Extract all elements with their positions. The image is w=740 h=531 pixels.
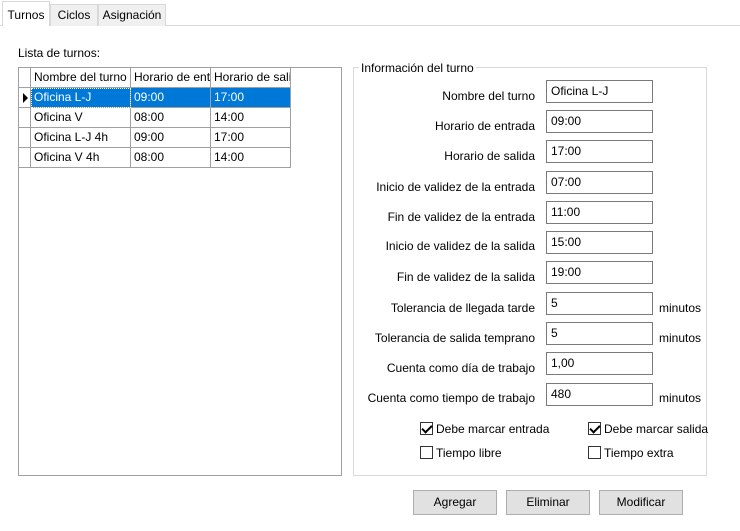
tab-ciclos[interactable]: Ciclos <box>50 4 98 26</box>
overtime-label[interactable]: Tiempo extra <box>604 446 674 460</box>
label-exit-valid-start: Inicio de validez de la salida <box>385 239 535 253</box>
column-header-name[interactable]: Nombre del turno <box>31 68 131 88</box>
label-workday-count: Cuenta como día de trabajo <box>386 361 535 375</box>
label-worktime-count: Cuenta como tiempo de trabajo <box>367 391 535 405</box>
row-header[interactable] <box>19 128 31 148</box>
tab-bar: Turnos Ciclos Asignación <box>0 0 740 26</box>
cell-exit[interactable]: 14:00 <box>211 108 291 128</box>
free-time-label[interactable]: Tiempo libre <box>436 446 502 460</box>
cell-name[interactable]: Oficina V <box>31 108 131 128</box>
must-clock-out-checkbox[interactable] <box>588 422 601 435</box>
table-row[interactable]: Oficina L-J 4h 09:00 17:00 <box>19 128 291 148</box>
label-exit-valid-end: Fin de validez de la salida <box>396 270 535 284</box>
cell-exit[interactable]: 17:00 <box>211 88 291 108</box>
label-entry-valid-end: Fin de validez de la entrada <box>387 210 535 224</box>
cell-entry[interactable]: 09:00 <box>131 128 211 148</box>
row-header[interactable] <box>19 108 31 128</box>
early-tolerance-field[interactable]: 5 <box>546 322 653 345</box>
shift-list-label: Lista de turnos: <box>18 46 101 60</box>
workday-count-field[interactable]: 1,00 <box>546 352 653 375</box>
overtime-checkbox[interactable] <box>588 446 601 459</box>
label-entry-valid-start: Inicio de validez de la entrada <box>376 180 535 194</box>
must-clock-in-label[interactable]: Debe marcar entrada <box>436 422 549 436</box>
tab-asignacion[interactable]: Asignación <box>98 4 166 26</box>
table-row[interactable]: Oficina V 4h 08:00 14:00 <box>19 148 291 168</box>
delete-button[interactable]: Eliminar <box>506 490 590 515</box>
late-tolerance-unit: minutos <box>659 301 702 315</box>
row-header[interactable] <box>19 148 31 168</box>
modify-button[interactable]: Modificar <box>599 490 683 515</box>
table-row[interactable]: Oficina L-J 09:00 17:00 <box>19 88 291 108</box>
shift-list-grid[interactable]: Nombre del turno Horario de entrada Hora… <box>18 67 342 476</box>
exit-valid-start-field[interactable]: 15:00 <box>546 231 653 254</box>
add-button[interactable]: Agregar <box>413 490 497 515</box>
label-entry-time: Horario de entrada <box>434 119 535 133</box>
column-header-entry[interactable]: Horario de entrada <box>131 68 211 88</box>
cell-entry[interactable]: 08:00 <box>131 148 211 168</box>
label-late-tolerance: Tolerancia de llegada tarde <box>390 301 535 315</box>
worktime-count-field[interactable]: 480 <box>546 383 653 406</box>
cell-entry[interactable]: 09:00 <box>131 88 211 108</box>
early-tolerance-unit: minutos <box>659 331 702 345</box>
cell-name[interactable]: Oficina L-J <box>31 88 131 108</box>
label-exit-time: Horario de salida <box>444 149 535 163</box>
must-clock-out-label[interactable]: Debe marcar salida <box>604 422 708 436</box>
worktime-count-unit: minutos <box>659 391 702 405</box>
cell-name[interactable]: Oficina V 4h <box>31 148 131 168</box>
entry-valid-end-field[interactable]: 11:00 <box>546 201 653 224</box>
row-header[interactable] <box>19 88 31 108</box>
shift-name-field[interactable]: Oficina L-J <box>546 80 653 103</box>
late-tolerance-field[interactable]: 5 <box>546 292 653 315</box>
exit-valid-end-field[interactable]: 19:00 <box>546 261 653 284</box>
entry-time-field[interactable]: 09:00 <box>546 110 653 133</box>
cell-name[interactable]: Oficina L-J 4h <box>31 128 131 148</box>
label-early-tolerance: Tolerancia de salida temprano <box>374 331 535 345</box>
cell-exit[interactable]: 14:00 <box>211 148 291 168</box>
cell-exit[interactable]: 17:00 <box>211 128 291 148</box>
must-clock-in-checkbox[interactable] <box>420 422 433 435</box>
current-row-arrow-icon <box>23 93 28 103</box>
tab-turnos[interactable]: Turnos <box>2 1 50 26</box>
table-row[interactable]: Oficina V 08:00 14:00 <box>19 108 291 128</box>
shift-info-title: Información del turno <box>359 61 476 75</box>
shift-list-rows: Nombre del turno Horario de entrada Hora… <box>19 68 291 168</box>
column-header-exit[interactable]: Horario de salida <box>211 68 291 88</box>
cell-entry[interactable]: 08:00 <box>131 108 211 128</box>
row-header-corner <box>19 68 31 88</box>
label-shift-name: Nombre del turno <box>442 89 535 103</box>
exit-time-field[interactable]: 17:00 <box>546 140 653 163</box>
entry-valid-start-field[interactable]: 07:00 <box>546 171 653 194</box>
free-time-checkbox[interactable] <box>420 446 433 459</box>
grid-header-row: Nombre del turno Horario de entrada Hora… <box>19 68 291 88</box>
